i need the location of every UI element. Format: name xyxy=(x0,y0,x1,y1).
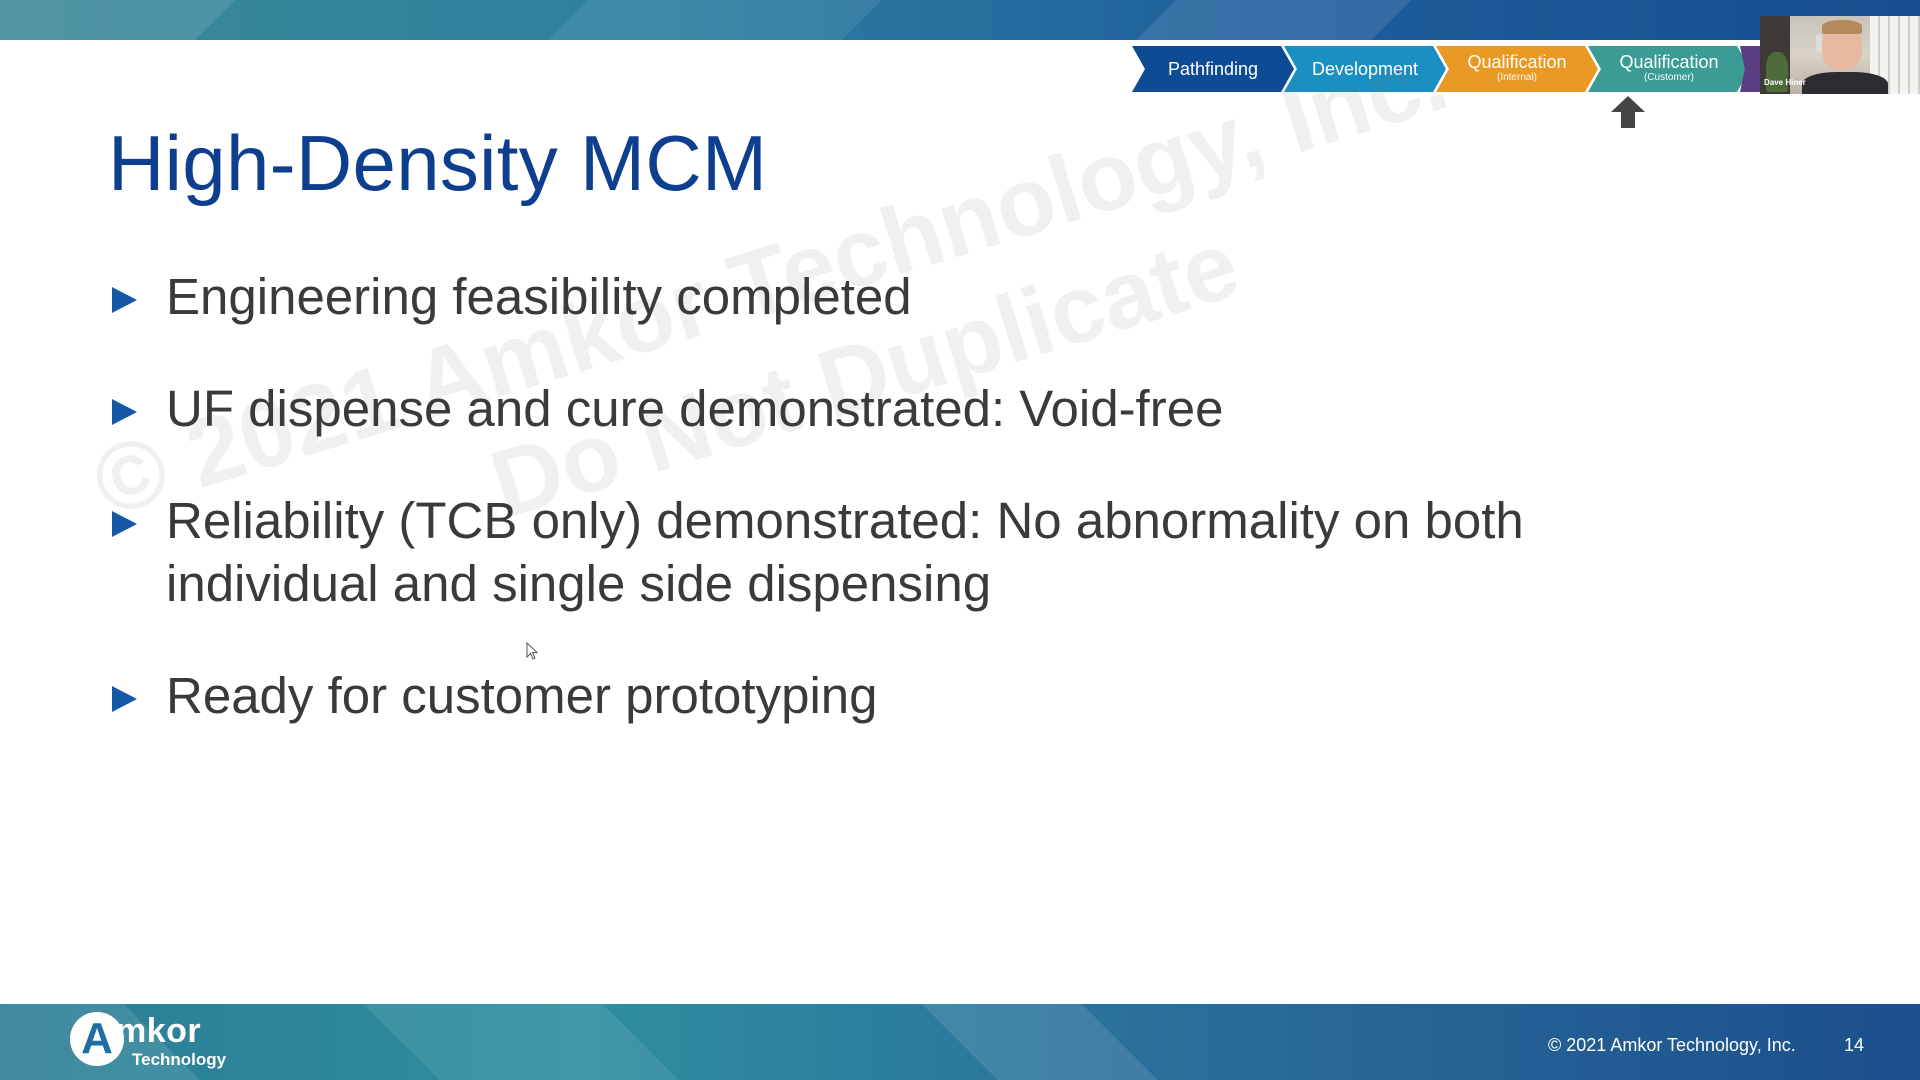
stage-qualification-customer: Qualification (Customer) xyxy=(1588,46,1750,92)
stage-progress: Pathfinding Development Qualification (I… xyxy=(1132,46,1800,94)
stage-label: Qualification xyxy=(1619,52,1719,72)
page-number: 14 xyxy=(1844,1035,1865,1055)
logo-subtitle: Technology xyxy=(132,1050,227,1069)
stage-sublabel: (Customer) xyxy=(1643,72,1694,83)
slide-title: High-Density MCM xyxy=(108,119,768,207)
footer-copyright: © 2021 Amkor Technology, Inc. xyxy=(1548,1035,1796,1055)
bullet-item: UF dispense and cure demonstrated: Void-… xyxy=(108,377,1668,440)
stage-pathfinding: Pathfinding xyxy=(1132,46,1294,92)
bullet-item: Ready for customer prototyping xyxy=(108,664,1668,727)
bullet-list: Engineering feasibility completed UF dis… xyxy=(108,265,1668,727)
triangle-right-icon xyxy=(112,287,137,313)
top-banner xyxy=(0,0,1920,40)
stage-label: Qualification xyxy=(1467,52,1567,72)
mouse-pointer-icon xyxy=(526,642,539,660)
triangle-right-icon xyxy=(112,511,137,537)
bullet-text: Reliability (TCB only) demonstrated: No … xyxy=(166,492,1524,612)
participant-name: Dave Hiner xyxy=(1764,78,1806,87)
logo-wordmark: mkor xyxy=(116,1012,202,1050)
stage-development: Development xyxy=(1284,46,1446,92)
bullet-item: Reliability (TCB only) demonstrated: No … xyxy=(108,489,1668,615)
bullet-item: Engineering feasibility completed xyxy=(108,265,1668,328)
bullet-text: Ready for customer prototyping xyxy=(166,667,878,724)
amkor-logo: A mkor Technology xyxy=(70,1012,240,1072)
triangle-right-icon xyxy=(112,399,137,425)
stage-qualification-internal: Qualification (Internal) xyxy=(1436,46,1598,92)
stage-label: Development xyxy=(1311,59,1419,79)
participant-video-tile[interactable]: Dave Hiner xyxy=(1760,16,1920,94)
participant-hair xyxy=(1822,20,1862,34)
bullet-text: UF dispense and cure demonstrated: Void-… xyxy=(166,380,1224,437)
stage-label: Pathfinding xyxy=(1167,59,1259,79)
up-arrow-icon xyxy=(1611,96,1645,128)
participant-body xyxy=(1802,72,1888,94)
bullet-text: Engineering feasibility completed xyxy=(166,268,912,325)
headset-icon xyxy=(1816,34,1822,52)
triangle-right-icon xyxy=(112,686,137,712)
stage-sublabel: (Internal) xyxy=(1496,72,1537,83)
